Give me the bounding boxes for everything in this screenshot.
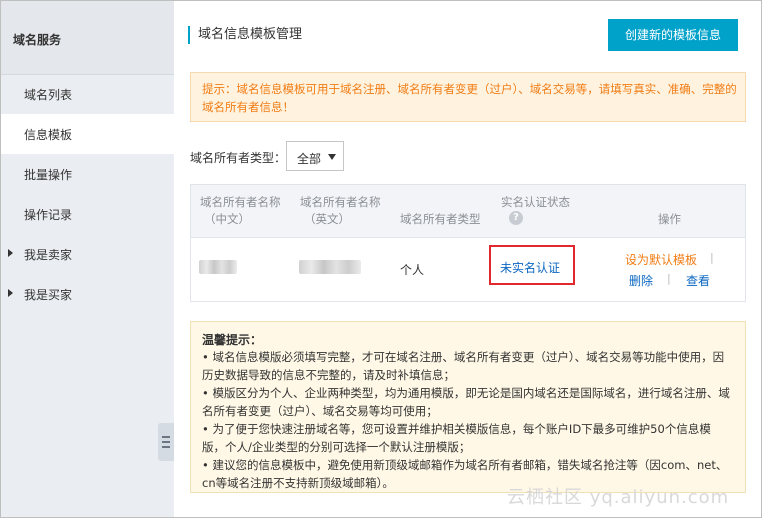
verify-status-link[interactable]: 未实名认证 xyxy=(500,259,560,276)
set-default-template-link[interactable]: 设为默认模板 xyxy=(625,251,697,268)
delete-link[interactable]: 删除 xyxy=(629,272,653,289)
sidebar-item-buyer[interactable]: 我是买家 xyxy=(1,274,174,314)
sidebar-title: 域名服务 xyxy=(13,33,62,47)
tip-item: • 域名信息模版必须填写完整，才可在域名注册、域名所有者变更（过户）、域名交易等… xyxy=(202,350,725,382)
sidebar-item-label: 操作记录 xyxy=(24,208,73,222)
notice-text: 提示：域名信息模板可用于域名注册、域名所有者变更（过户）、域名交易等，请填写真实… xyxy=(202,82,737,114)
redacted-name-en xyxy=(299,260,361,274)
action-separator: | xyxy=(667,272,671,285)
owner-type-filter-label: 域名所有者类型： xyxy=(190,151,287,165)
table-header: 域名所有者名称 （中文） 域名所有者名称 （英文） 域名所有者类型 实名认证状态… xyxy=(191,185,745,238)
caret-right-icon xyxy=(8,289,13,297)
verify-status-highlight: 未实名认证 xyxy=(489,245,575,285)
tips-title: 温馨提示： xyxy=(202,333,263,347)
sidebar-item-label: 我是买家 xyxy=(24,288,73,302)
sidebar-item-seller[interactable]: 我是卖家 xyxy=(1,234,174,274)
notice-banner: 提示：域名信息模板可用于域名注册、域名所有者变更（过户）、域名交易等，请填写真实… xyxy=(190,72,746,122)
sidebar-item-label: 信息模板 xyxy=(24,128,73,142)
tips-body: • 域名信息模版必须填写完整，才可在域名注册、域名所有者变更（过户）、域名交易等… xyxy=(202,348,732,492)
sidebar-collapse-toggle[interactable] xyxy=(158,423,174,461)
sidebar-header: 域名服务 xyxy=(1,1,174,75)
view-link[interactable]: 查看 xyxy=(686,272,710,289)
create-template-button[interactable]: 创建新的模板信息 xyxy=(608,19,738,51)
sidebar-item-op-log[interactable]: 操作记录 xyxy=(1,194,174,234)
page-title: 域名信息模板管理 xyxy=(188,26,302,44)
sidebar-item-label: 域名列表 xyxy=(24,88,73,102)
sidebar-item-domain-list[interactable]: 域名列表 xyxy=(1,74,174,114)
owner-type-select[interactable]: 全部 xyxy=(286,141,344,171)
tip-item: • 模版区分为个人、企业两种类型，均为通用模版，即无论是国内域名还是国际域名，进… xyxy=(202,386,730,418)
sidebar-item-batch-ops[interactable]: 批量操作 xyxy=(1,154,174,194)
template-table: 域名所有者名称 （中文） 域名所有者名称 （英文） 域名所有者类型 实名认证状态… xyxy=(190,184,746,302)
col-header-owner-type: 域名所有者类型 xyxy=(400,212,481,226)
chevron-down-icon xyxy=(328,154,336,160)
sidebar-item-label: 批量操作 xyxy=(24,168,73,182)
caret-right-icon xyxy=(8,249,13,257)
col-header-actions: 操作 xyxy=(658,212,681,226)
col-header-verify-status: 实名认证状态 xyxy=(501,195,570,209)
col-header-name-cn: 域名所有者名称 （中文） xyxy=(200,195,281,226)
action-separator: | xyxy=(710,251,714,264)
owner-type-select-value: 全部 xyxy=(297,152,322,166)
sidebar-item-info-template[interactable]: 信息模板 xyxy=(1,114,174,154)
help-icon[interactable]: ? xyxy=(509,211,523,225)
tips-box: 温馨提示： • 域名信息模版必须填写完整，才可在域名注册、域名所有者变更（过户）… xyxy=(190,321,746,493)
redacted-name-cn xyxy=(199,260,237,274)
sidebar: 域名服务 域名列表 信息模板 批量操作 操作记录 我是卖家 我是买家 xyxy=(1,1,174,517)
main-content: 域名信息模板管理 创建新的模板信息 提示：域名信息模板可用于域名注册、域名所有者… xyxy=(174,1,761,517)
tip-item: • 为了便于您快速注册域名等，您可设置并维护相关模版信息，每个账户ID下最多可维… xyxy=(202,422,711,454)
owner-type-cell: 个人 xyxy=(400,263,425,277)
app-window: 域名服务 域名列表 信息模板 批量操作 操作记录 我是卖家 我是买家 域名信息模… xyxy=(0,0,762,518)
watermark: 云栖社区 yq.aliyun.com xyxy=(507,487,730,508)
col-header-name-en: 域名所有者名称 （英文） xyxy=(300,195,381,226)
sidebar-item-label: 我是卖家 xyxy=(24,248,73,262)
